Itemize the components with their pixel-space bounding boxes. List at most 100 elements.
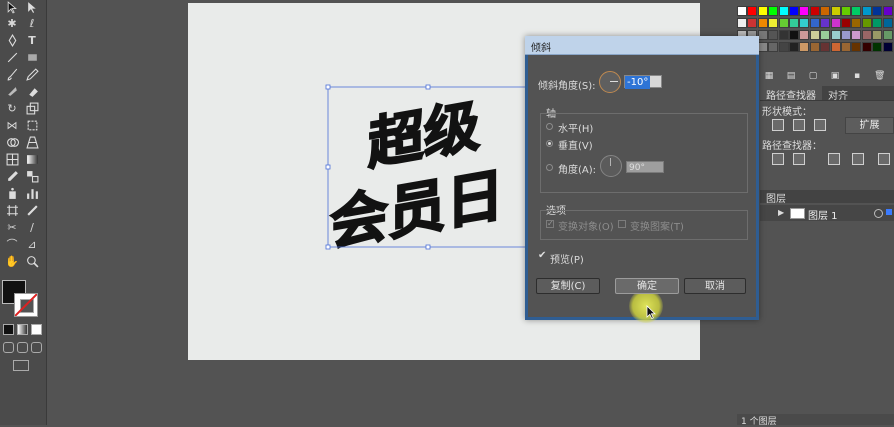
color-swatch[interactable]: [830, 18, 841, 28]
swatch-options-icon[interactable]: ▢: [808, 71, 818, 81]
width-tool-icon[interactable]: ⋈: [4, 118, 20, 132]
color-swatch[interactable]: [789, 18, 799, 28]
lasso-tool-icon[interactable]: ℓ: [24, 16, 40, 30]
color-swatch[interactable]: [747, 6, 758, 16]
color-swatch[interactable]: [851, 6, 862, 16]
color-swatch[interactable]: [882, 42, 893, 52]
symbol-sprayer-tool-icon[interactable]: [4, 186, 20, 200]
color-swatch[interactable]: [778, 42, 789, 52]
gradient-mode-icon[interactable]: [17, 324, 28, 335]
swatch-library-icon[interactable]: ▦: [764, 71, 774, 81]
color-swatch[interactable]: [799, 42, 810, 52]
tab-align[interactable]: 对齐: [822, 86, 854, 102]
angle-radio[interactable]: [546, 164, 553, 171]
scissors-tool-icon[interactable]: ✂: [4, 220, 20, 234]
color-swatch[interactable]: [757, 18, 768, 28]
minus-front-icon[interactable]: [793, 119, 805, 131]
color-swatch[interactable]: [872, 6, 883, 16]
type-tool-icon[interactable]: T: [24, 33, 40, 47]
color-swatch[interactable]: [841, 6, 851, 16]
eraser-alt-tool-icon[interactable]: ⌒: [4, 237, 20, 251]
unite-icon[interactable]: [772, 119, 784, 131]
copy-button[interactable]: 复制(C): [536, 278, 600, 294]
merge-icon[interactable]: [828, 153, 840, 165]
color-swatch[interactable]: [768, 42, 779, 52]
expand-layer-icon[interactable]: ▶: [778, 208, 784, 217]
eyedropper-tool-icon[interactable]: [4, 169, 20, 183]
direct-selection-tool-icon[interactable]: [24, 0, 40, 14]
color-swatch[interactable]: [799, 30, 810, 40]
screen-mode-icon[interactable]: [13, 360, 29, 371]
color-swatch[interactable]: [872, 30, 883, 40]
blob-brush-tool-icon[interactable]: [4, 84, 20, 98]
layer-name[interactable]: 图层 1: [808, 207, 838, 222]
color-swatch[interactable]: [757, 6, 768, 16]
rectangle-tool-icon[interactable]: [24, 50, 40, 64]
color-swatch[interactable]: [737, 18, 747, 28]
divide-icon[interactable]: [772, 153, 784, 165]
trash-icon[interactable]: 🗑: [874, 71, 885, 81]
color-swatch[interactable]: [851, 18, 862, 28]
axis-angle-input[interactable]: 90°: [626, 161, 664, 173]
color-swatch[interactable]: [789, 6, 799, 16]
dialog-titlebar[interactable]: 倾斜: [525, 36, 759, 55]
shear-angle-input[interactable]: -10°: [624, 75, 662, 89]
transform-objects-checkbox[interactable]: ✓: [546, 220, 554, 228]
color-swatch[interactable]: [789, 42, 799, 52]
color-swatch[interactable]: [757, 30, 768, 40]
selection-tool-icon[interactable]: [4, 0, 20, 14]
gradient-tool-icon[interactable]: [24, 152, 40, 166]
blend-tool-icon[interactable]: [24, 169, 40, 183]
color-swatch[interactable]: [820, 18, 831, 28]
color-swatch[interactable]: [799, 18, 810, 28]
perspective-grid-tool-icon[interactable]: [24, 135, 40, 149]
mesh-tool-icon[interactable]: [4, 152, 20, 166]
sheared-artwork[interactable]: 超级 会员日: [320, 75, 530, 260]
color-swatch[interactable]: [809, 30, 820, 40]
zoom-tool-icon[interactable]: [24, 254, 40, 268]
color-swatch[interactable]: [789, 30, 799, 40]
artboard-tool-icon[interactable]: [4, 203, 20, 217]
slice-tool-icon[interactable]: [24, 203, 40, 217]
color-swatch[interactable]: [872, 42, 883, 52]
color-swatch[interactable]: [861, 6, 872, 16]
color-swatch[interactable]: [841, 42, 851, 52]
vertical-radio[interactable]: [546, 140, 553, 147]
trim-icon[interactable]: [793, 153, 805, 165]
line-tool-icon[interactable]: [4, 50, 20, 64]
intersect-icon[interactable]: [814, 119, 826, 131]
color-swatch[interactable]: [851, 42, 862, 52]
color-swatch[interactable]: [830, 42, 841, 52]
transform-patterns-checkbox[interactable]: [618, 220, 626, 228]
color-swatch[interactable]: [809, 18, 820, 28]
rotate-tool-icon[interactable]: ↻: [4, 101, 20, 115]
horizontal-radio[interactable]: [546, 123, 553, 130]
show-kinds-icon[interactable]: ▤: [786, 71, 796, 81]
color-swatch[interactable]: [778, 18, 789, 28]
preview-check-icon[interactable]: ✔: [538, 250, 546, 261]
color-swatch[interactable]: [799, 6, 810, 16]
visibility-eye-icon[interactable]: [762, 207, 772, 219]
color-swatch[interactable]: [737, 6, 747, 16]
graph-tool-icon[interactable]: [24, 186, 40, 200]
color-swatch[interactable]: [830, 6, 841, 16]
color-swatch[interactable]: [841, 30, 851, 40]
color-swatch[interactable]: [768, 6, 779, 16]
pencil-tool-icon[interactable]: [24, 67, 40, 81]
color-swatch[interactable]: [882, 18, 893, 28]
color-swatch[interactable]: [778, 30, 789, 40]
cancel-button[interactable]: 取消: [684, 278, 746, 294]
layer-row[interactable]: ▶ 图层 1: [760, 205, 894, 222]
color-swatch[interactable]: [861, 42, 872, 52]
new-swatch-icon[interactable]: ▪: [852, 71, 862, 81]
expand-button[interactable]: 扩展: [845, 117, 894, 134]
outline-icon[interactable]: [878, 153, 890, 165]
magic-wand-tool-icon[interactable]: ✱: [4, 16, 20, 30]
draw-normal-icon[interactable]: [3, 342, 14, 353]
free-transform-tool-icon[interactable]: [24, 118, 40, 132]
tab-pathfinder[interactable]: 路径查找器: [760, 86, 822, 102]
color-swatch[interactable]: [757, 42, 768, 52]
ok-button[interactable]: 确定: [615, 278, 679, 294]
print-tiling-tool-icon[interactable]: ⊿: [24, 237, 40, 251]
color-swatch[interactable]: [841, 18, 851, 28]
